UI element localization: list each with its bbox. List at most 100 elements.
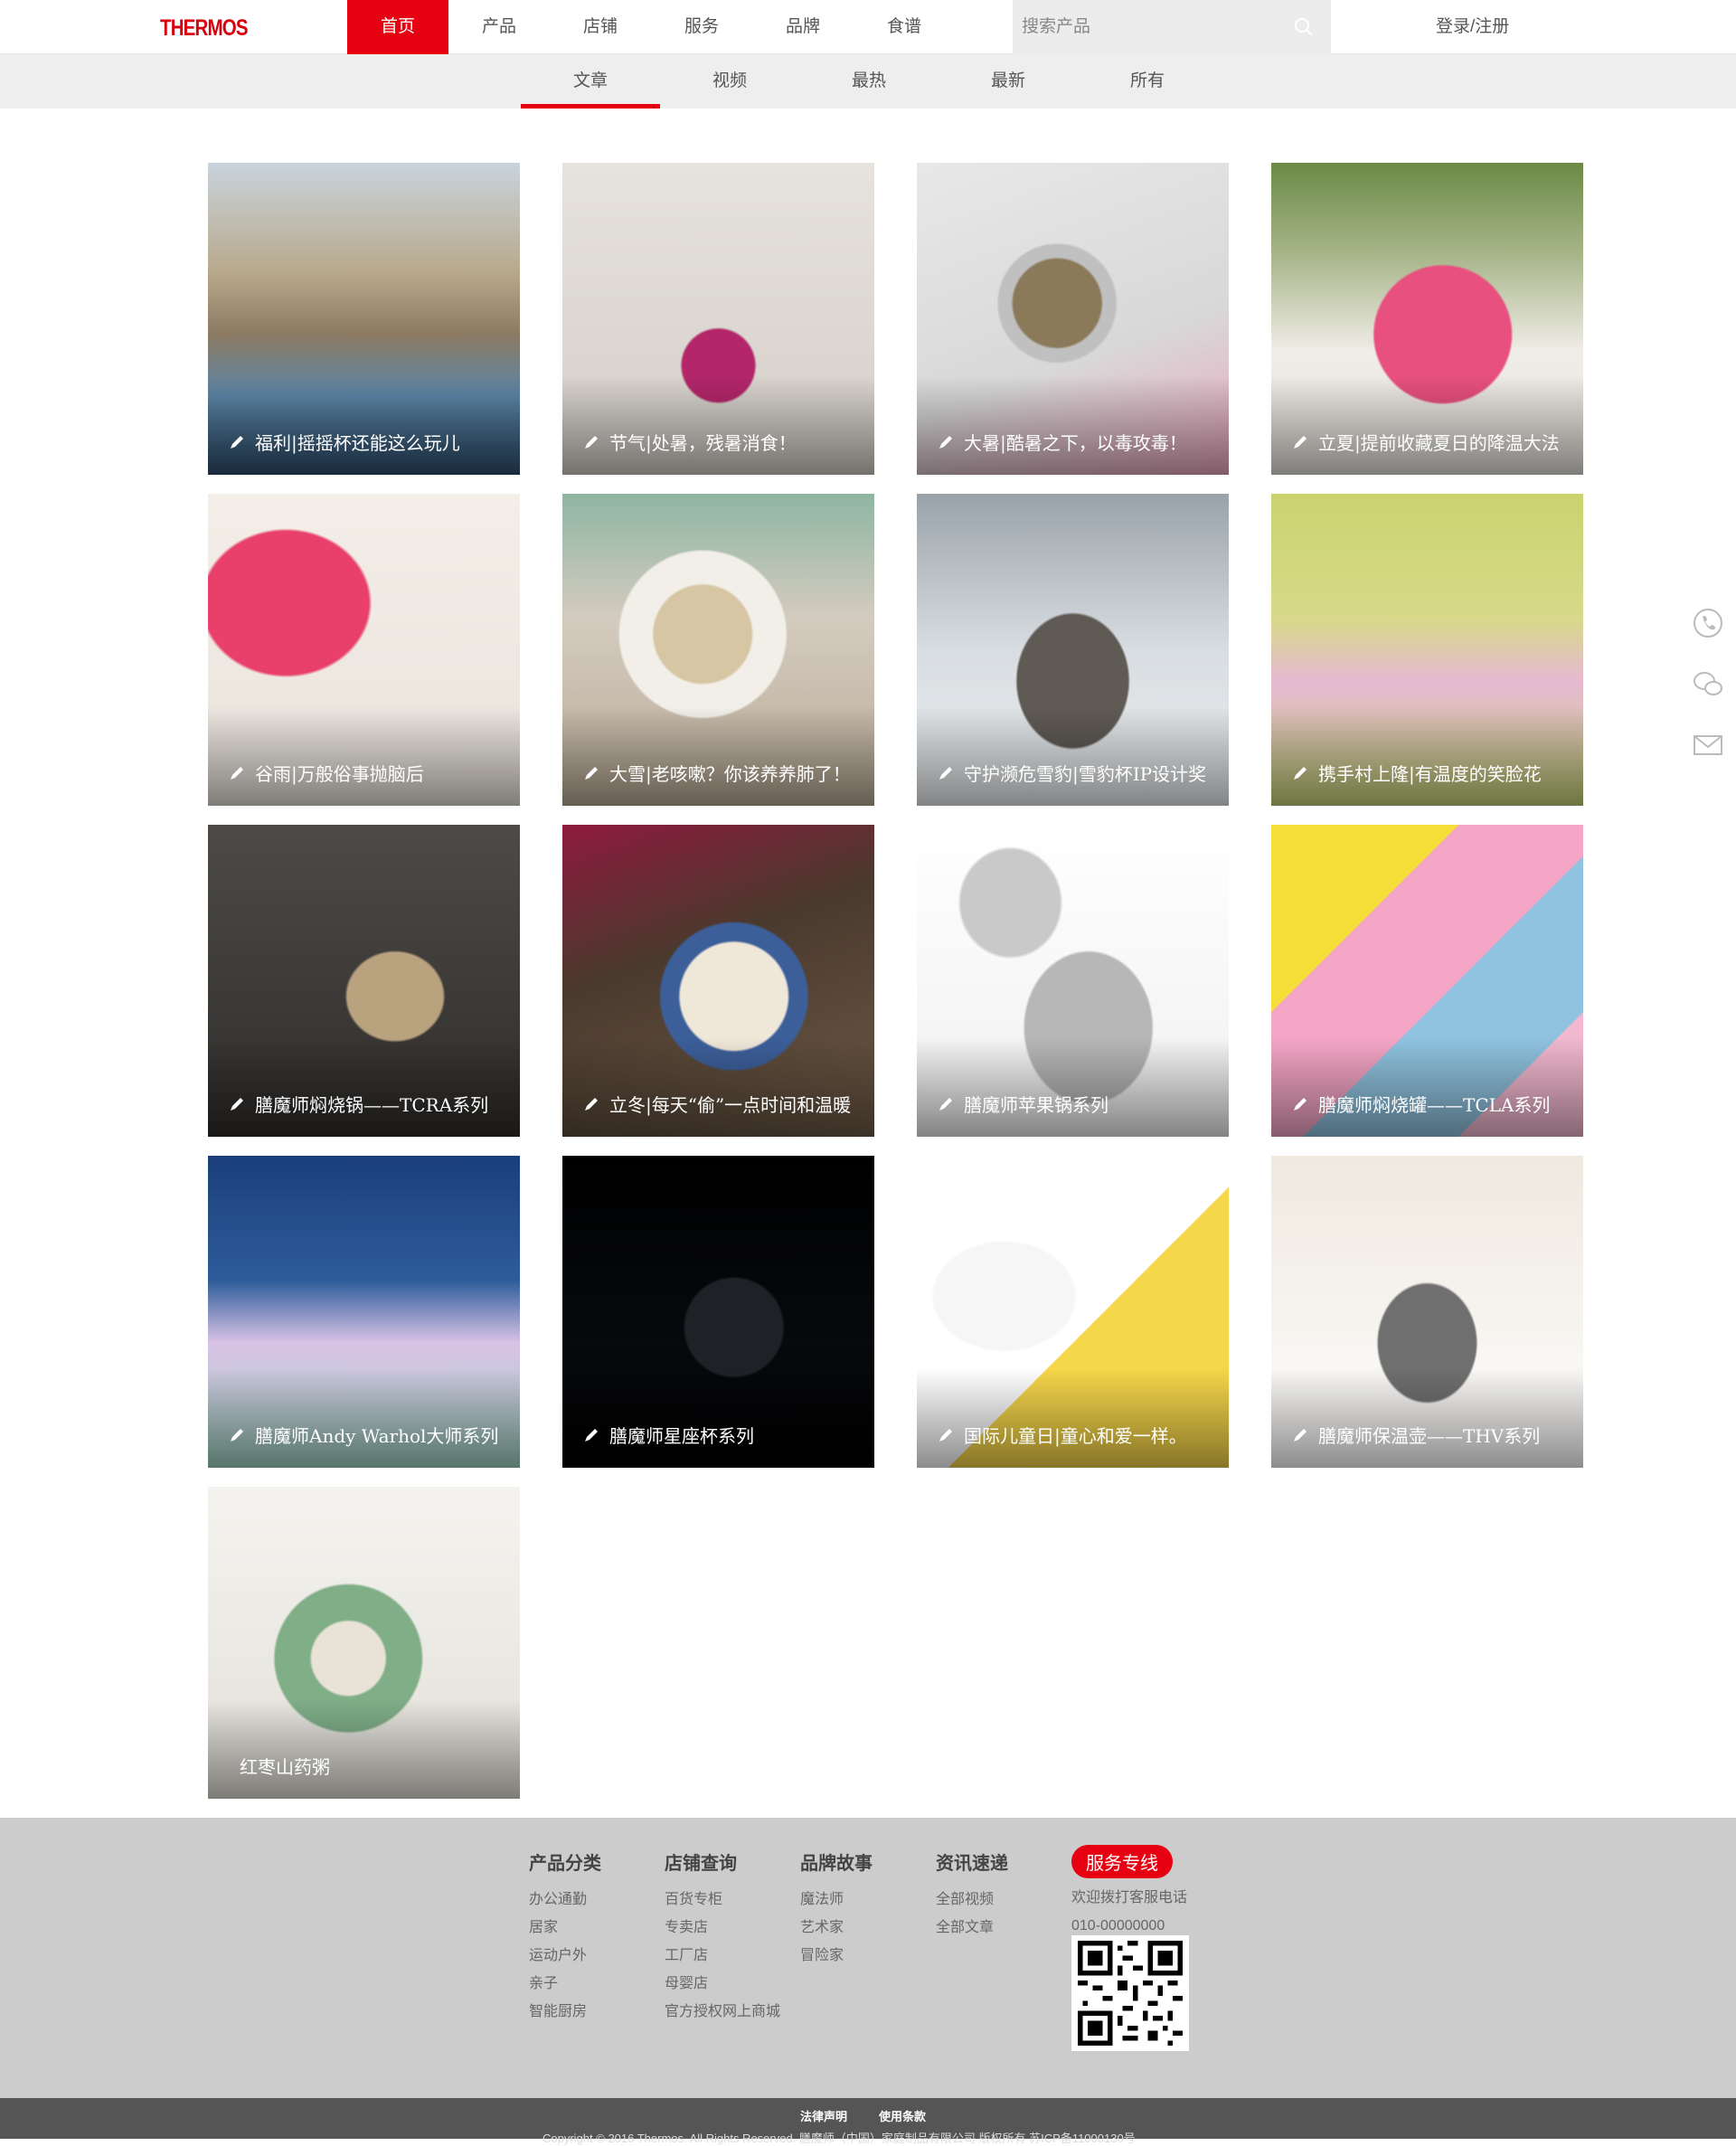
footer-link[interactable]: 艺术家 [800, 1914, 873, 1942]
footer-column-brand-story: 品牌故事 魔法师 艺术家 冒险家 [800, 1848, 873, 1970]
nav-item-stores[interactable]: 店铺 [550, 0, 651, 54]
pencil-icon [939, 1097, 952, 1111]
footer-link[interactable]: 全部视频 [936, 1886, 1008, 1914]
footer-heading: 品牌故事 [800, 1854, 873, 1874]
article-card[interactable]: 国际儿童日|童心和爱一样。 [917, 1156, 1229, 1468]
article-card[interactable]: 红枣山药粥 [208, 1487, 520, 1799]
article-title: 国际儿童日|童心和爱一样。 [964, 1425, 1187, 1447]
login-register-link[interactable]: 登录/注册 [1436, 0, 1509, 54]
footer-link[interactable]: 亲子 [529, 1970, 601, 1998]
article-card[interactable]: 膳魔师保温壶——THV系列 [1271, 1156, 1583, 1468]
search-box [1013, 0, 1331, 54]
nav-item-brand[interactable]: 品牌 [752, 0, 854, 54]
article-card[interactable]: 立冬|每天“偷”一点时间和温暖 [562, 825, 874, 1137]
pencil-icon [1294, 1428, 1307, 1442]
search-input[interactable] [1022, 0, 1275, 54]
article-card[interactable]: 立夏|提前收藏夏日的降温大法 [1271, 163, 1583, 475]
article-title: 膳魔师Andy Warhol大师系列 [255, 1425, 499, 1447]
article-card[interactable]: 携手村上隆|有温度的笑脸花 [1271, 494, 1583, 806]
nav-item-products[interactable]: 产品 [448, 0, 550, 54]
footer-bottom-bar: 法律声明 使用条款 Copyright © 2016 Thermos. All … [0, 2098, 1736, 2145]
article-title: 膳魔师苹果锅系列 [964, 1094, 1109, 1116]
article-card[interactable]: 大雪|老咳嗽？你该养养肺了！ [562, 494, 874, 806]
copyright-text: Copyright © 2016 Thermos. All Rights Res… [542, 2132, 1136, 2145]
footer-link[interactable]: 魔法师 [800, 1886, 873, 1914]
footer-column-stores: 店铺查询 百货专柜 专卖店 工厂店 母婴店 官方授权网上商城 [665, 1848, 780, 2026]
service-hotline: 服务专线 欢迎拨打客服电话 010-00000000 [1071, 1845, 1187, 1940]
footer-heading: 资讯速递 [936, 1854, 1008, 1874]
top-navbar: THERMOS 首页 产品 店铺 服务 品牌 食谱 登录/注册 [0, 0, 1736, 54]
footer-link[interactable]: 百货专柜 [665, 1886, 780, 1914]
nav-item-service[interactable]: 服务 [651, 0, 752, 54]
article-card[interactable]: 节气|处暑，残暑消食！ [562, 163, 874, 475]
article-title: 立冬|每天“偷”一点时间和温暖 [609, 1094, 852, 1116]
article-card[interactable]: 膳魔师Andy Warhol大师系列 [208, 1156, 520, 1468]
article-title: 守护濒危雪豹|雪豹杯IP设计奖 [964, 763, 1207, 785]
nav-item-recipes[interactable]: 食谱 [854, 0, 955, 54]
pencil-icon [231, 1428, 243, 1442]
pencil-icon [1294, 1097, 1307, 1111]
service-text: 欢迎拨打客服电话 [1071, 1890, 1188, 1905]
article-subnav: 文章 视频 最热 最新 所有 [0, 54, 1736, 109]
article-card[interactable]: 守护濒危雪豹|雪豹杯IP设计奖 [917, 494, 1229, 806]
pencil-icon [585, 766, 598, 780]
article-card[interactable]: 膳魔师星座杯系列 [562, 1156, 874, 1468]
article-card[interactable]: 膳魔师焖烧罐——TCLA系列 [1271, 825, 1583, 1137]
tab-articles[interactable]: 文章 [521, 54, 660, 109]
pencil-icon [585, 1428, 598, 1442]
article-card[interactable]: 膳魔师苹果锅系列 [917, 825, 1229, 1137]
service-badge: 服务专线 [1071, 1845, 1173, 1878]
terms-of-use-link[interactable]: 使用条款 [879, 2107, 926, 2124]
footer-column-news: 资讯速递 全部视频 全部文章 [936, 1848, 1008, 1942]
article-title: 膳魔师星座杯系列 [609, 1425, 754, 1447]
article-card[interactable]: 膳魔师焖烧锅——TCRA系列 [208, 825, 520, 1137]
article-card[interactable]: 谷雨|万般俗事抛脑后 [208, 494, 520, 806]
article-title: 立夏|提前收藏夏日的降温大法 [1318, 432, 1560, 454]
footer-link[interactable]: 冒险家 [800, 1942, 873, 1970]
pencil-icon [939, 1428, 952, 1442]
pencil-icon [231, 766, 243, 780]
footer-link[interactable]: 母婴店 [665, 1970, 780, 1998]
footer-link[interactable]: 运动户外 [529, 1942, 601, 1970]
thermos-logo[interactable]: THERMOS [160, 15, 249, 42]
search-icon[interactable] [1293, 16, 1315, 38]
tab-videos[interactable]: 视频 [660, 54, 799, 109]
site-footer: 产品分类 办公通勤 居家 运动户外 亲子 智能厨房 店铺查询 百货专柜 专卖店 … [0, 1818, 1736, 2098]
article-title: 福利|摇摇杯还能这么玩儿 [255, 432, 460, 454]
qr-code-icon [1078, 1941, 1183, 2046]
article-title: 膳魔师焖烧罐——TCLA系列 [1318, 1094, 1551, 1116]
legal-notice-link[interactable]: 法律声明 [800, 2107, 847, 2124]
pencil-icon [939, 766, 952, 780]
footer-heading: 产品分类 [529, 1854, 601, 1874]
pencil-icon [231, 435, 243, 449]
pencil-icon [1294, 435, 1307, 449]
footer-link[interactable]: 办公通勤 [529, 1886, 601, 1914]
article-title: 红枣山药粥 [240, 1756, 330, 1778]
footer-link[interactable]: 居家 [529, 1914, 601, 1942]
nav-item-home[interactable]: 首页 [347, 0, 448, 54]
footer-link[interactable]: 专卖店 [665, 1914, 780, 1942]
article-card[interactable]: 福利|摇摇杯还能这么玩儿 [208, 163, 520, 475]
floating-contact-bar [1691, 606, 1727, 788]
article-title: 大雪|老咳嗽？你该养养肺了！ [609, 763, 851, 785]
footer-link[interactable]: 智能厨房 [529, 1998, 601, 2026]
tab-newest[interactable]: 最新 [939, 54, 1078, 109]
article-title: 节气|处暑，残暑消食！ [609, 432, 797, 454]
footer-column-products: 产品分类 办公通勤 居家 运动户外 亲子 智能厨房 [529, 1848, 601, 2026]
main-nav: 首页 产品 店铺 服务 品牌 食谱 [347, 0, 955, 54]
article-title: 谷雨|万般俗事抛脑后 [255, 763, 424, 785]
footer-link[interactable]: 全部文章 [936, 1914, 1008, 1942]
phone-icon[interactable] [1691, 606, 1725, 640]
footer-heading: 店铺查询 [665, 1854, 737, 1874]
article-title: 膳魔师焖烧锅——TCRA系列 [255, 1094, 489, 1116]
footer-link[interactable]: 工厂店 [665, 1942, 780, 1970]
footer-link[interactable]: 官方授权网上商城 [665, 1998, 780, 2026]
tab-all[interactable]: 所有 [1078, 54, 1217, 109]
email-icon[interactable] [1691, 727, 1725, 761]
article-title: 大暑|酷暑之下，以毒攻毒！ [964, 432, 1187, 454]
wechat-icon[interactable] [1691, 666, 1725, 701]
pencil-icon [231, 1097, 243, 1111]
tab-hottest[interactable]: 最热 [799, 54, 939, 109]
article-card[interactable]: 大暑|酷暑之下，以毒攻毒！ [917, 163, 1229, 475]
qr-code [1071, 1935, 1189, 2051]
